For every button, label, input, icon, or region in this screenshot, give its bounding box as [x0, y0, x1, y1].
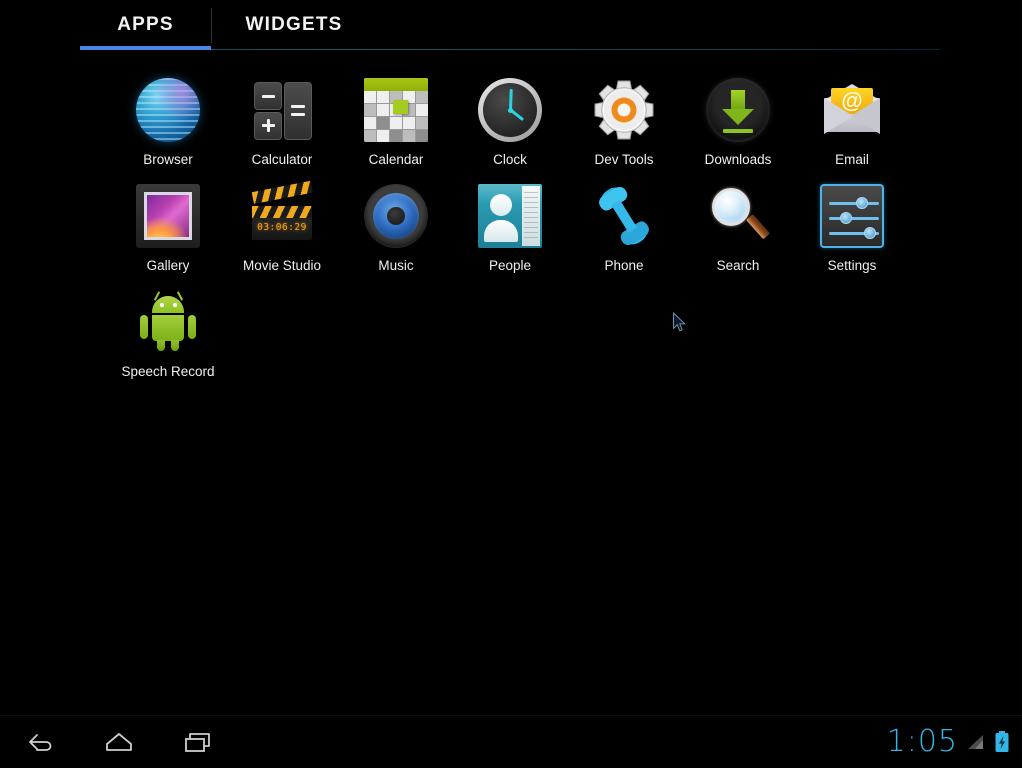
app-label: Dev Tools	[594, 152, 654, 167]
app-label: Clock	[493, 152, 527, 167]
app-label: Email	[835, 152, 869, 167]
app-item-people[interactable]: People	[453, 184, 567, 290]
battery-charging-icon	[995, 731, 1009, 752]
app-item-calendar[interactable]: Calendar	[339, 78, 453, 184]
recent-apps-icon	[185, 733, 210, 752]
app-item-music[interactable]: Music	[339, 184, 453, 290]
app-item-search[interactable]: Search	[681, 184, 795, 290]
calculator-keys-icon	[250, 78, 314, 142]
phone-handset-icon	[592, 184, 656, 248]
app-item-speech-recorder[interactable]: Speech Record	[111, 290, 225, 396]
tab-apps-label: APPS	[117, 14, 174, 35]
envelope-at-icon	[820, 78, 884, 142]
nav-home-button[interactable]	[90, 716, 148, 768]
app-label: Calculator	[251, 152, 313, 167]
back-arrow-icon	[29, 734, 52, 751]
app-item-calculator[interactable]: Calculator	[225, 78, 339, 184]
home-icon	[106, 733, 132, 751]
app-item-gallery[interactable]: Gallery	[111, 184, 225, 290]
magnifying-glass-icon	[706, 184, 771, 248]
app-item-clock[interactable]: Clock	[453, 78, 567, 184]
nav-back-button[interactable]	[10, 716, 68, 768]
app-label: Music	[378, 258, 414, 273]
app-item-phone[interactable]: Phone	[567, 184, 681, 290]
app-label: Search	[716, 258, 760, 273]
tab-bar: APPS WIDGETS	[0, 0, 1022, 52]
system-navigation-bar: 1:05	[0, 715, 1022, 768]
tab-active-indicator	[80, 46, 211, 50]
tab-divider	[211, 8, 212, 43]
clock-face-icon	[478, 78, 542, 142]
android-robot-icon	[136, 290, 200, 354]
app-label: Gallery	[146, 258, 190, 273]
tab-apps[interactable]: APPS	[80, 0, 211, 50]
status-clock: 1:05	[886, 724, 958, 759]
app-item-settings[interactable]: Settings	[795, 184, 909, 290]
speaker-cone-icon	[364, 184, 428, 248]
contact-card-icon	[478, 184, 542, 248]
app-label: Calendar	[368, 152, 424, 167]
status-area[interactable]: 1:05	[887, 716, 1010, 768]
app-label: Settings	[827, 258, 877, 273]
nav-recents-button[interactable]	[170, 716, 228, 768]
app-item-email[interactable]: Email	[795, 78, 909, 184]
signal-strength-icon	[968, 735, 983, 749]
sliders-icon	[820, 184, 884, 248]
app-item-movie-studio[interactable]: 03:06:29 Movie Studio	[225, 180, 339, 290]
app-label: Browser	[143, 152, 193, 167]
photo-frame-icon	[136, 184, 200, 248]
download-arrow-icon	[706, 78, 770, 142]
app-item-downloads[interactable]: Downloads	[681, 78, 795, 184]
app-item-browser[interactable]: Browser	[111, 78, 225, 184]
clapper-timecode: 03:06:29	[257, 221, 307, 233]
app-label: Speech Record	[121, 364, 215, 379]
tab-widgets[interactable]: WIDGETS	[211, 0, 377, 50]
browser-globe-icon	[136, 78, 200, 142]
clapperboard-icon: 03:06:29	[250, 180, 314, 248]
tab-widgets-label: WIDGETS	[245, 14, 343, 35]
app-label: Downloads	[704, 152, 772, 167]
app-label: Phone	[604, 258, 644, 273]
tab-list: APPS WIDGETS	[80, 0, 377, 50]
gear-icon	[592, 78, 656, 142]
app-label: Movie Studio	[242, 258, 322, 273]
calendar-grid-icon	[364, 78, 428, 142]
app-item-dev-tools[interactable]: Dev Tools	[567, 78, 681, 184]
app-label: People	[488, 258, 532, 273]
mouse-pointer-icon	[673, 312, 687, 332]
